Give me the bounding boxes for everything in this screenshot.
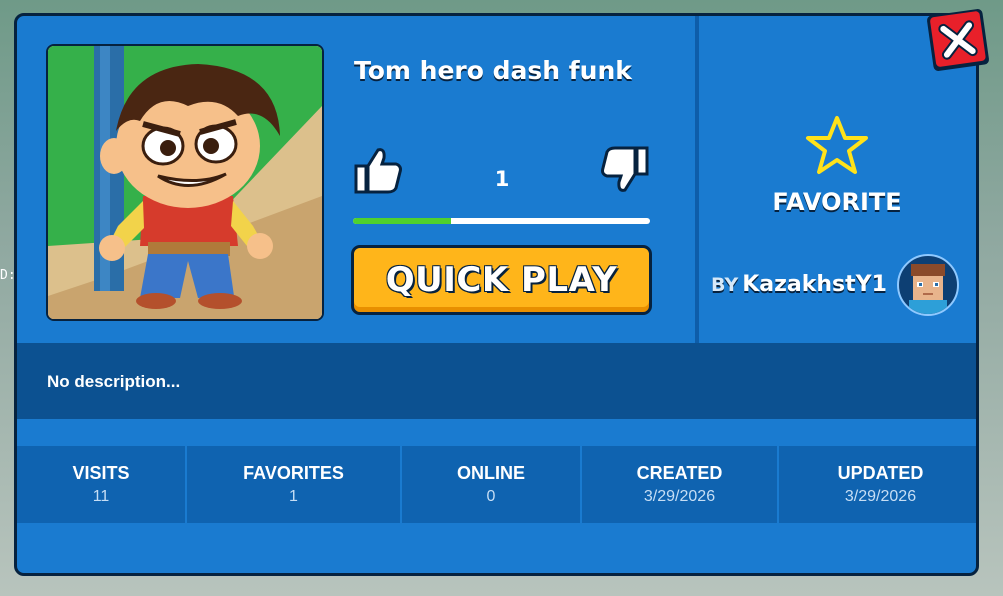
- stat-created: CREATED 3/29/2026: [582, 446, 779, 523]
- vote-count: 1: [494, 167, 510, 191]
- stat-online: ONLINE 0: [402, 446, 582, 523]
- game-details-panel: Tom hero dash funk 1 QUICK PLAY FAVORITE…: [14, 13, 979, 576]
- stat-value: 0: [486, 488, 496, 505]
- stat-value: 3/29/2026: [643, 488, 716, 505]
- vote-ratio-bar: [353, 218, 650, 224]
- creator-avatar[interactable]: [897, 254, 959, 316]
- stat-updated: UPDATED 3/29/2026: [779, 446, 976, 523]
- stat-value: 11: [92, 488, 110, 505]
- stats-bar: VISITS 11 FAVORITES 1 ONLINE 0 CREATED 3…: [17, 446, 976, 523]
- game-title: Tom hero dash funk: [354, 56, 632, 85]
- close-x-icon[interactable]: [925, 7, 991, 73]
- stat-label: VISITS: [72, 463, 130, 483]
- thumbs-down-icon[interactable]: [599, 146, 651, 194]
- stat-label: FAVORITES: [243, 463, 344, 483]
- description-text: No description...: [47, 372, 181, 391]
- quick-play-label: QUICK PLAY: [385, 260, 618, 300]
- vertical-divider: [695, 16, 699, 343]
- creator-by-label: BY: [711, 274, 739, 296]
- stat-label: ONLINE: [456, 463, 525, 483]
- stat-label: CREATED: [636, 463, 723, 483]
- creator-name[interactable]: KazakhstY1: [742, 272, 887, 297]
- game-thumbnail: [46, 44, 324, 321]
- description-area: No description...: [17, 343, 976, 419]
- vote-ratio-fill: [353, 218, 451, 224]
- star-icon[interactable]: [803, 114, 871, 178]
- stat-value: 1: [289, 488, 298, 505]
- thumbs-up-icon[interactable]: [352, 146, 404, 194]
- quick-play-button[interactable]: QUICK PLAY: [351, 245, 652, 315]
- creator-info: BY KazakhstY1: [711, 272, 887, 302]
- stat-visits: VISITS 11: [17, 446, 187, 523]
- favorite-label[interactable]: FAVORITE: [744, 188, 930, 216]
- stat-label: UPDATED: [837, 463, 924, 483]
- stat-favorites: FAVORITES 1: [187, 446, 402, 523]
- cartoon-boy-thumbnail: [48, 46, 322, 319]
- stat-value: 3/29/2026: [844, 488, 917, 505]
